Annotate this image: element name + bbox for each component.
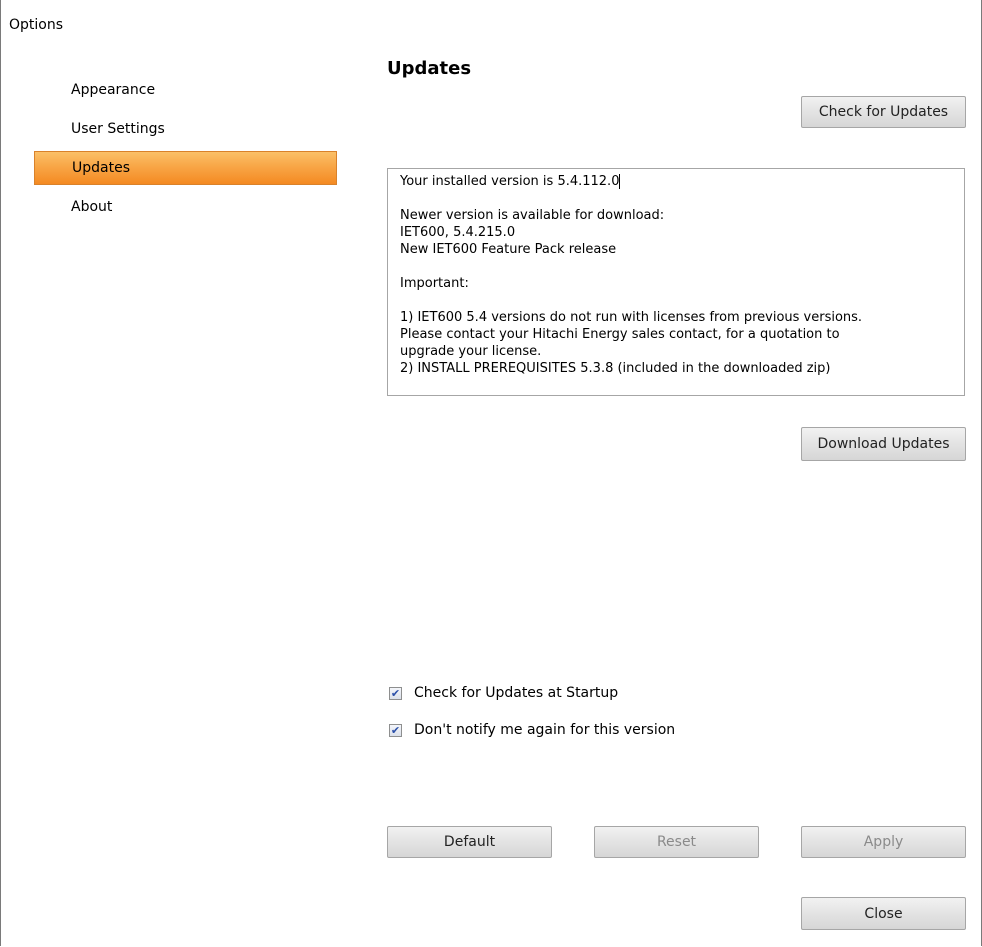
update-info-line: Important: bbox=[400, 276, 469, 291]
update-info-line bbox=[400, 190, 952, 207]
reset-button[interactable]: Reset bbox=[594, 826, 759, 858]
update-info-line: 1) IET600 5.4 versions do not run with l… bbox=[400, 310, 863, 325]
section-title: Updates bbox=[387, 58, 472, 79]
options-window: Options Appearance User Settings Updates… bbox=[0, 0, 982, 946]
nav-item-updates[interactable]: Updates bbox=[34, 151, 337, 185]
update-info-line bbox=[400, 258, 952, 275]
update-info-line: Your installed version is 5.4.112.0 bbox=[400, 174, 621, 189]
window-title: Options bbox=[9, 17, 64, 33]
check-startup-label: Check for Updates at Startup bbox=[414, 685, 619, 701]
update-info-line: New IET600 Feature Pack release bbox=[400, 242, 617, 257]
nav-item-about[interactable]: About bbox=[34, 190, 337, 224]
check-for-updates-button[interactable]: Check for Updates bbox=[801, 96, 966, 128]
checkbox-row-dont-notify[interactable]: ✔ Don't notify me again for this version bbox=[389, 722, 675, 738]
checkmark-icon: ✔ bbox=[390, 723, 401, 737]
update-info-line: upgrade your license. bbox=[400, 344, 542, 359]
apply-button[interactable]: Apply bbox=[801, 826, 966, 858]
dont-notify-label: Don't notify me again for this version bbox=[414, 722, 676, 738]
update-info-text: Your installed version is 5.4.112.0 Newer… bbox=[388, 169, 964, 381]
options-nav: Appearance User Settings Updates About bbox=[34, 73, 337, 229]
nav-item-user-settings[interactable]: User Settings bbox=[34, 112, 337, 146]
checkmark-icon: ✔ bbox=[390, 686, 401, 700]
nav-item-appearance[interactable]: Appearance bbox=[34, 73, 337, 107]
update-info-line bbox=[400, 292, 952, 309]
check-startup-checkbox[interactable]: ✔ bbox=[389, 686, 402, 700]
default-button[interactable]: Default bbox=[387, 826, 552, 858]
update-info-line: Please contact your Hitachi Energy sales… bbox=[400, 327, 840, 342]
close-button[interactable]: Close bbox=[801, 897, 966, 930]
update-info-line: 2) INSTALL PREREQUISITES 5.3.8 (included… bbox=[400, 361, 831, 376]
update-info-line: Newer version is available for download: bbox=[400, 208, 665, 223]
update-info-textbox[interactable]: Your installed version is 5.4.112.0 Newer… bbox=[387, 168, 965, 396]
text-caret bbox=[619, 174, 621, 189]
dont-notify-checkbox[interactable]: ✔ bbox=[389, 723, 402, 737]
checkbox-row-startup[interactable]: ✔ Check for Updates at Startup bbox=[389, 685, 618, 701]
download-updates-button[interactable]: Download Updates bbox=[801, 427, 966, 461]
update-info-line: IET600, 5.4.215.0 bbox=[400, 225, 516, 240]
